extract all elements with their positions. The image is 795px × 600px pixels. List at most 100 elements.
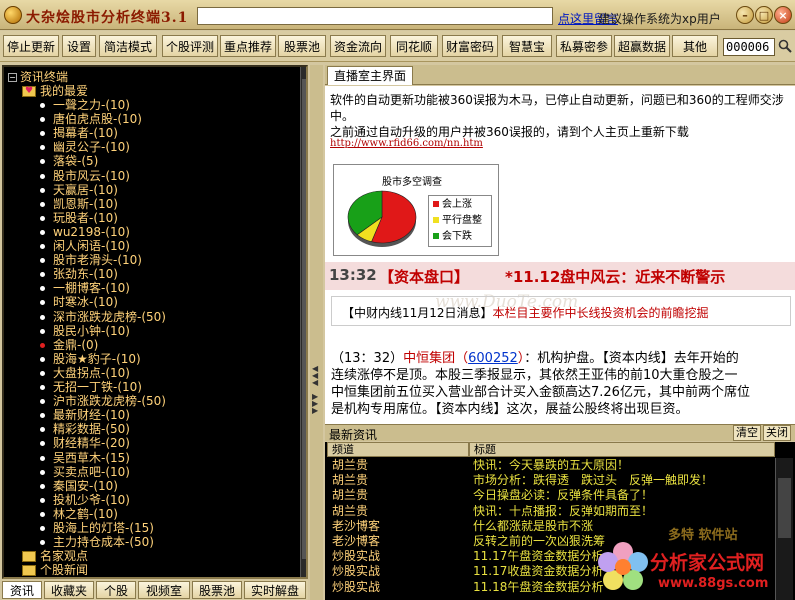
search-icon[interactable]	[778, 39, 792, 53]
download-link[interactable]: http://www.rfid66.com/nn.htm	[330, 138, 483, 149]
tree-item[interactable]: 沪市涨跌龙虎榜-(50)	[40, 394, 166, 408]
tree-item[interactable]: 股海上的灯塔-(15)	[40, 521, 154, 535]
news-title[interactable]: 市场分析：跌得透 跌过头 反弹一触即发！	[473, 474, 773, 487]
news-source[interactable]: 老沙博客	[332, 535, 380, 548]
settings-button[interactable]: 设置	[62, 35, 96, 57]
tree-item[interactable]: 闲人闲语-(10)	[40, 239, 130, 253]
tree-item[interactable]: 股市老滑头-(10)	[40, 253, 142, 267]
maximize-button[interactable]: □	[755, 6, 773, 24]
zhihuibao-button[interactable]: 智慧宝	[502, 35, 552, 57]
folder-favorites[interactable]: 我的最爱	[22, 84, 88, 98]
stock-review-button[interactable]: 个股评测	[162, 35, 218, 57]
tree-item-label: 主力持仓成本-(50)	[53, 535, 154, 550]
news-source[interactable]: 炒股实战	[332, 550, 380, 563]
article-stock-name[interactable]: 中恒集团	[403, 351, 455, 366]
news-source[interactable]: 胡兰贵	[332, 459, 368, 472]
tree-item-label: 大盘拐点-(10)	[53, 365, 130, 380]
tree-item[interactable]: wu2198-(10)	[40, 225, 130, 239]
news-source[interactable]: 炒股实战	[332, 565, 380, 578]
tree-item[interactable]: 主力持仓成本-(50)	[40, 535, 154, 549]
news-source[interactable]: 老沙博客	[332, 519, 380, 533]
title-input-field[interactable]	[197, 7, 553, 25]
tree-item[interactable]: 无招一丁铁-(10)	[40, 380, 142, 394]
tree-item[interactable]: 秦国安-(10)	[40, 479, 118, 493]
news-source[interactable]: 胡兰贵	[332, 489, 368, 502]
key-picks-button[interactable]: 重点推荐	[220, 35, 276, 57]
tree-item[interactable]: 金鼎-(0)	[40, 338, 98, 352]
tree-root[interactable]: − 资讯终端	[8, 70, 68, 84]
tree-item[interactable]: 股海★豹子-(10)	[40, 352, 141, 366]
news-source[interactable]: 胡兰贵	[332, 504, 368, 518]
legend-label: 会上涨	[442, 199, 472, 210]
left-tabs: 资讯 收藏夹 个股 视频室 股票池 实时解盘	[2, 580, 308, 600]
close-news-button[interactable]: 关闭	[763, 425, 791, 441]
news-title[interactable]: 快讯：十点播报：反弹如期而至！	[473, 505, 773, 518]
tonghuashun-button[interactable]: 同花顺	[390, 35, 438, 57]
tree-item[interactable]: 时寒冰-(10)	[40, 295, 118, 309]
stock-pool-button[interactable]: 股票池	[278, 35, 326, 57]
tree-item[interactable]: 唐伯虎点股-(10)	[40, 112, 142, 126]
folder-famous-label: 名家观点	[40, 549, 89, 564]
news-title[interactable]: 快讯：今天暴跌的五大原因！	[473, 459, 773, 472]
tab-live-room-main[interactable]: 直播室主界面	[327, 66, 414, 85]
column-header-title[interactable]: 标题	[469, 442, 775, 457]
tree-item[interactable]: 股民小钟-(10)	[40, 324, 130, 338]
tree-item[interactable]: 投机少爷-(10)	[40, 493, 130, 507]
tab-video-room[interactable]: 视频室	[138, 581, 190, 599]
tree-item-label: 投机少爷-(10)	[53, 492, 130, 507]
news-source[interactable]: 胡兰贵	[332, 474, 368, 487]
simple-mode-button[interactable]: 简洁模式	[99, 35, 157, 57]
scrollbar-thumb[interactable]	[302, 79, 306, 559]
close-button[interactable]: ×	[774, 6, 792, 24]
folder-famous[interactable]: 名家观点	[22, 549, 88, 563]
tree-item[interactable]: 财经精华-(20)	[40, 436, 130, 450]
other-button[interactable]: 其他	[672, 35, 718, 57]
tree-item[interactable]: 张劲东-(10)	[40, 267, 118, 281]
news-title[interactable]: 今日操盘必读：反弹条件具备了！	[473, 489, 773, 502]
tree-item[interactable]: 落袋-(5)	[40, 154, 98, 168]
wealth-code-button[interactable]: 财富密码	[442, 35, 498, 57]
tree-item[interactable]: 凯恩斯-(10)	[40, 197, 118, 211]
tree-item[interactable]: 深市涨跌龙虎榜-(50)	[40, 310, 166, 324]
tree-item[interactable]: 玩股者-(10)	[40, 211, 118, 225]
column-header-source[interactable]: 频道	[327, 442, 469, 457]
tree-item[interactable]: 买卖点吧-(10)	[40, 465, 130, 479]
tree-item[interactable]: 幽灵公子-(10)	[40, 140, 130, 154]
legend-item-rise: 会上涨	[433, 198, 472, 212]
tree-item-label: 精彩数据-(50)	[53, 422, 130, 437]
folder-icon	[22, 551, 36, 563]
tree-item[interactable]: 精彩数据-(50)	[40, 422, 130, 436]
tree-item[interactable]: 揭幕者-(10)	[40, 126, 118, 140]
tree-item[interactable]: 一棚博客-(10)	[40, 281, 130, 295]
minimize-button[interactable]: –	[736, 6, 754, 24]
tab-stock-pool[interactable]: 股票池	[192, 581, 242, 599]
panel-splitter[interactable]: ◀ ◀ ◀ ▶ ▶ ▶	[310, 65, 323, 600]
tree-item[interactable]: 一聲之力-(10)	[40, 98, 130, 112]
article-stock-code[interactable]: 600252	[468, 351, 518, 366]
legend-swatch	[433, 201, 439, 207]
bullet-icon	[40, 427, 45, 433]
tab-news[interactable]: 资讯	[2, 581, 42, 599]
collapse-icon[interactable]: −	[8, 73, 17, 82]
tree-item[interactable]: 大盘拐点-(10)	[40, 366, 130, 380]
capital-flow-button[interactable]: 资金流向	[330, 35, 386, 57]
stop-update-button[interactable]: 停止更新	[3, 35, 59, 57]
tree-item[interactable]: 吴西草木-(15)	[40, 451, 130, 465]
bullet-icon	[40, 441, 45, 447]
tab-stocks[interactable]: 个股	[96, 581, 136, 599]
tree-item[interactable]: 林之鹤-(10)	[40, 507, 118, 521]
tree-scrollbar[interactable]	[300, 67, 306, 577]
super-data-button[interactable]: 超赢数据	[614, 35, 670, 57]
tree-item[interactable]: 最新财经-(10)	[40, 408, 130, 422]
tab-favorites[interactable]: 收藏夹	[44, 581, 94, 599]
private-fund-button[interactable]: 私募密参	[556, 35, 612, 57]
tree-item[interactable]: 天赢居-(10)	[40, 183, 118, 197]
folder-news-label: 个股新闻	[40, 563, 89, 578]
bullet-icon	[40, 215, 45, 221]
tree-item[interactable]: 股市风云-(10)	[40, 169, 130, 183]
news-source[interactable]: 炒股实战	[332, 580, 380, 594]
folder-news[interactable]: 个股新闻	[22, 563, 88, 577]
clear-button[interactable]: 清空	[733, 425, 761, 441]
tab-live-commentary[interactable]: 实时解盘	[244, 581, 306, 599]
splitter-arrows-icon[interactable]: ◀ ◀ ◀ ▶ ▶ ▶	[312, 365, 318, 415]
